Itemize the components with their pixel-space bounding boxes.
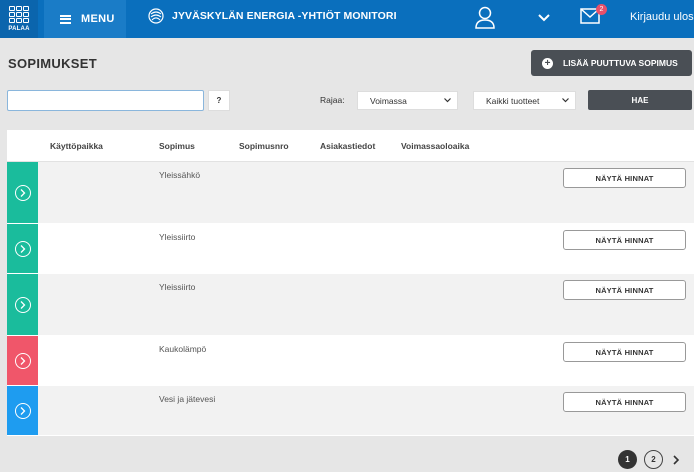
column-header[interactable]: Sopimusnro bbox=[239, 141, 289, 151]
row-expand[interactable] bbox=[7, 386, 38, 435]
top-bar: PALAA MENU JYVÄSKYLÄN ENERGIA -YHTIÖT MO… bbox=[0, 0, 694, 38]
show-prices-button[interactable]: NÄYTÄ HINNAT bbox=[563, 230, 686, 250]
page-title: SOPIMUKSET bbox=[8, 56, 97, 71]
row-expand[interactable] bbox=[7, 336, 38, 385]
chevron-right-circle-icon bbox=[14, 184, 31, 201]
contracts-table: Käyttöpaikka Sopimus Sopimusnro Asiakast… bbox=[7, 130, 694, 436]
chevron-right-circle-icon bbox=[14, 402, 31, 419]
show-prices-button[interactable]: NÄYTÄ HINNAT bbox=[563, 342, 686, 362]
notification-badge: 2 bbox=[596, 4, 607, 15]
page-button[interactable]: 1 bbox=[618, 450, 637, 469]
show-prices-button[interactable]: NÄYTÄ HINNAT bbox=[563, 392, 686, 412]
product-select-value: Kaikki tuotteet bbox=[486, 95, 540, 106]
plus-icon: + bbox=[542, 57, 553, 69]
product-select[interactable]: Kaikki tuotteet bbox=[473, 91, 576, 110]
table-row: Vesi ja jätevesi NÄYTÄ HINNAT bbox=[7, 386, 694, 436]
table-row: Yleissiirto NÄYTÄ HINNAT bbox=[7, 224, 694, 274]
table-row: Yleissiirto NÄYTÄ HINNAT bbox=[7, 274, 694, 336]
grid-icon bbox=[9, 6, 29, 23]
chevron-right-circle-icon bbox=[14, 240, 31, 257]
column-header[interactable]: Käyttöpaikka bbox=[50, 141, 103, 151]
show-prices-button[interactable]: NÄYTÄ HINNAT bbox=[563, 280, 686, 300]
column-header[interactable]: Voimassaoloaika bbox=[401, 141, 469, 151]
table-header: Käyttöpaikka Sopimus Sopimusnro Asiakast… bbox=[7, 130, 694, 162]
chevron-right-circle-icon bbox=[14, 296, 31, 313]
menu-label: MENU bbox=[81, 13, 115, 25]
add-button-label: LISÄÄ PUUTTUVA SOPIMUS bbox=[563, 58, 678, 68]
contract-type: Yleissiirto bbox=[159, 232, 196, 242]
hamburger-icon bbox=[60, 14, 71, 24]
chevron-down-icon bbox=[444, 98, 451, 103]
chevron-down-icon[interactable] bbox=[538, 13, 550, 23]
logout-link[interactable]: Kirjaudu ulos bbox=[630, 11, 694, 23]
menu-button[interactable]: MENU bbox=[44, 0, 126, 38]
add-missing-contract-button[interactable]: + LISÄÄ PUUTTUVA SOPIMUS bbox=[531, 50, 692, 76]
page-button[interactable]: 2 bbox=[644, 450, 663, 469]
table-row: Yleissähkö NÄYTÄ HINNAT bbox=[7, 162, 694, 224]
search-button[interactable]: HAE bbox=[588, 90, 692, 110]
brand-logo bbox=[148, 8, 164, 24]
chevron-down-icon bbox=[562, 98, 569, 103]
contract-type: Kaukolämpö bbox=[159, 344, 207, 354]
brand[interactable]: JYVÄSKYLÄN ENERGIA -YHTIÖT MONITORI bbox=[148, 8, 397, 24]
status-select-value: Voimassa bbox=[370, 95, 407, 106]
brand-title: JYVÄSKYLÄN ENERGIA -YHTIÖT MONITORI bbox=[172, 10, 397, 22]
search-input[interactable] bbox=[7, 90, 204, 111]
filter-label: Rajaa: bbox=[320, 95, 345, 105]
back-button[interactable]: PALAA bbox=[0, 0, 38, 38]
row-expand[interactable] bbox=[7, 162, 38, 223]
column-header[interactable]: Asiakastiedot bbox=[320, 141, 375, 151]
chevron-right-icon[interactable] bbox=[672, 454, 680, 465]
user-icon[interactable] bbox=[474, 6, 496, 30]
contract-type: Yleissähkö bbox=[159, 170, 201, 180]
pagination: 1 2 bbox=[618, 450, 680, 469]
contract-type: Yleissiirto bbox=[159, 282, 196, 292]
contract-type: Vesi ja jätevesi bbox=[159, 394, 216, 404]
status-select[interactable]: Voimassa bbox=[357, 91, 458, 110]
table-row: Kaukolämpö NÄYTÄ HINNAT bbox=[7, 336, 694, 386]
chevron-right-circle-icon bbox=[14, 352, 31, 369]
help-button[interactable]: ? bbox=[208, 90, 230, 111]
row-expand[interactable] bbox=[7, 274, 38, 335]
back-label: PALAA bbox=[8, 26, 30, 32]
column-header[interactable]: Sopimus bbox=[159, 141, 195, 151]
show-prices-button[interactable]: NÄYTÄ HINNAT bbox=[563, 168, 686, 188]
row-expand[interactable] bbox=[7, 224, 38, 273]
